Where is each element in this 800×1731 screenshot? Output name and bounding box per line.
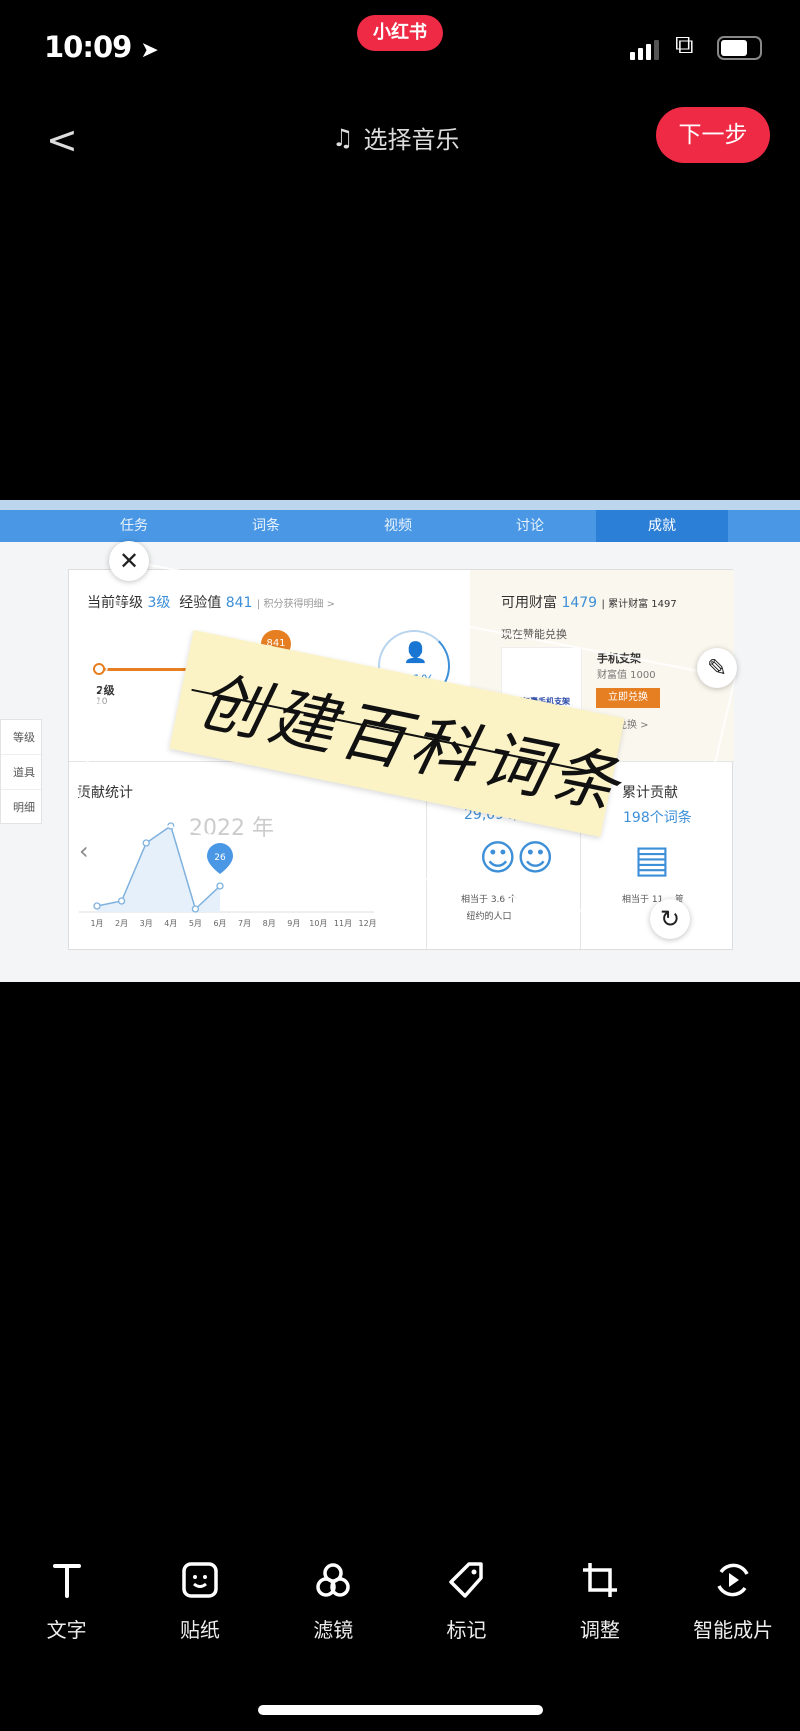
delete-sticker-button[interactable]: ✕ — [109, 541, 149, 581]
pencil-icon: ✎ — [706, 654, 728, 682]
rotate-icon: ↻ — [659, 905, 681, 933]
close-icon: ✕ — [118, 547, 140, 575]
tag-icon — [448, 1562, 483, 1598]
rotate-sticker-button[interactable]: ↻ — [650, 899, 690, 939]
selection-frame — [76, 559, 737, 932]
crop-icon — [582, 1563, 617, 1597]
smart-video-icon — [717, 1563, 749, 1597]
tool-smart-video[interactable]: 智能成片 — [666, 1560, 799, 1643]
edit-toolbar: 文字 贴纸 滤镜 标记 调整 智能成片 — [0, 1560, 800, 1643]
tool-adjust[interactable]: 调整 — [533, 1560, 666, 1643]
filter-icon — [316, 1563, 350, 1597]
text-icon — [52, 1564, 81, 1598]
tool-tag[interactable]: 标记 — [400, 1560, 533, 1643]
home-indicator[interactable] — [258, 1705, 543, 1715]
edit-sticker-button[interactable]: ✎ — [697, 648, 737, 688]
tool-text[interactable]: 文字 — [0, 1560, 133, 1643]
tool-filter[interactable]: 滤镜 — [267, 1560, 400, 1643]
sticker-icon — [182, 1562, 218, 1598]
tool-sticker[interactable]: 贴纸 — [133, 1560, 266, 1643]
